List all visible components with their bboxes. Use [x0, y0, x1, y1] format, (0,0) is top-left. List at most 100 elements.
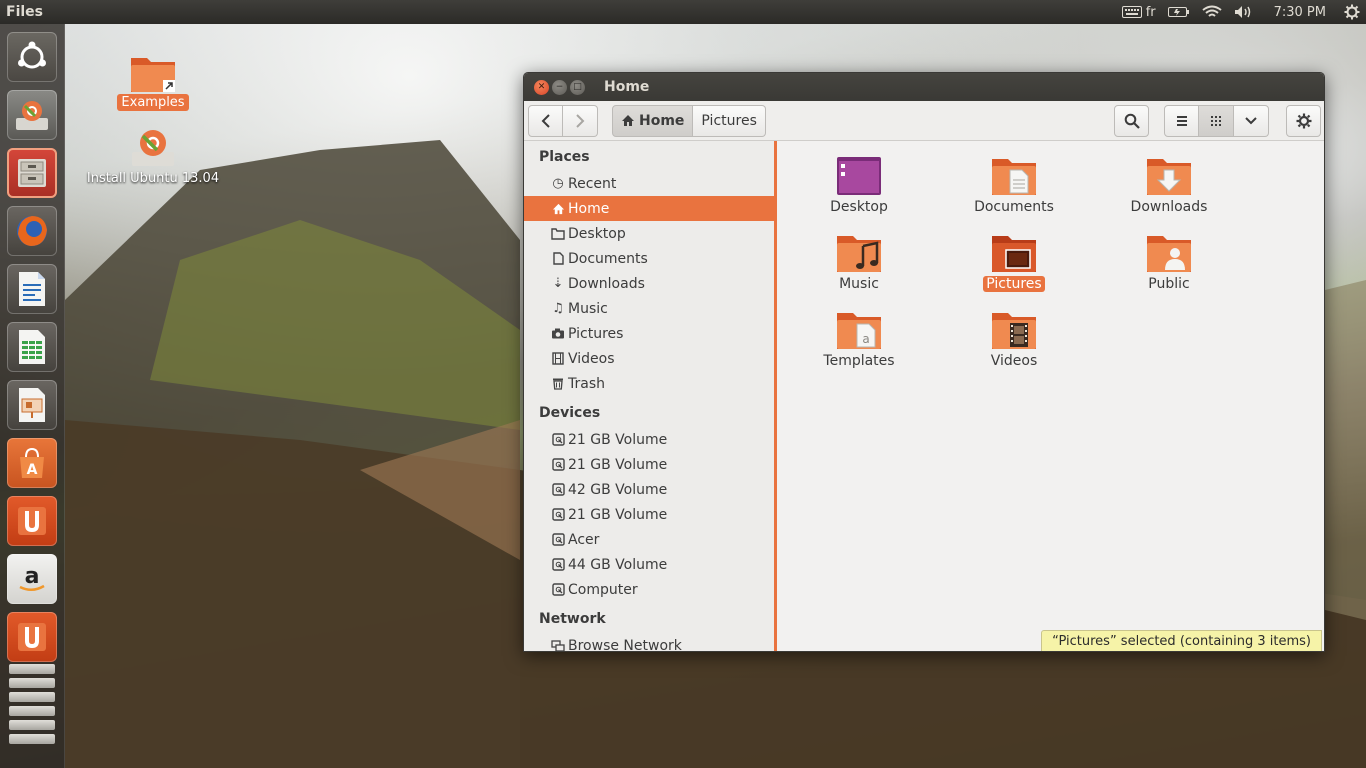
launcher-dash-home[interactable]: [7, 32, 57, 82]
calc-icon: [19, 330, 45, 364]
close-icon: ✕: [537, 81, 546, 92]
download-icon: ⇣: [552, 276, 564, 291]
launcher-calc[interactable]: [7, 322, 57, 372]
keyboard-indicator[interactable]: fr: [1121, 4, 1156, 20]
back-button[interactable]: [528, 104, 563, 137]
downloads-folder-icon: [1147, 159, 1191, 195]
launcher-ubuntu-one-music[interactable]: [7, 612, 57, 662]
list-view-button[interactable]: [1164, 104, 1199, 137]
sidebar-header-network: Network: [539, 611, 606, 627]
file-item-downloads[interactable]: Downloads: [1109, 155, 1229, 215]
keyboard-layout: fr: [1145, 4, 1156, 20]
search-icon: [1124, 113, 1140, 129]
sidebar-item-recent[interactable]: ◷ Recent: [524, 171, 774, 196]
sidebar-item-home[interactable]: Home: [524, 196, 774, 221]
sidebar-item-device[interactable]: 21 GB Volume: [524, 452, 774, 477]
sidebar-header-devices: Devices: [539, 405, 601, 421]
sidebar-item-pictures[interactable]: Pictures: [524, 321, 774, 346]
sidebar-item-label: Recent: [568, 175, 617, 192]
maximize-button[interactable]: □: [570, 79, 585, 95]
ubuntu-one-music-icon: [18, 623, 46, 651]
launcher-amazon[interactable]: a: [7, 554, 57, 604]
file-item-videos[interactable]: Videos: [954, 309, 1074, 369]
sidebar-item-device[interactable]: Acer: [524, 527, 774, 552]
sidebar-item-device[interactable]: 44 GB Volume: [524, 552, 774, 577]
sidebar-item-label: Browse Network: [568, 637, 682, 652]
templates-folder-icon: a: [837, 313, 881, 349]
grid-icon: [1211, 115, 1221, 126]
drive-icon: [549, 583, 567, 596]
ubuntu-installer-icon: [16, 101, 48, 130]
ubuntu-one-icon: [18, 507, 46, 535]
launcher-writer[interactable]: [7, 264, 57, 314]
path-crumb-home[interactable]: Home: [612, 104, 694, 137]
file-item-public[interactable]: Public: [1109, 232, 1229, 292]
file-item-label: Videos: [990, 353, 1038, 369]
sidebar-item-documents[interactable]: Documents: [524, 246, 774, 271]
window-title: Home: [604, 79, 650, 95]
window-titlebar[interactable]: ✕ − □ Home: [524, 73, 1324, 101]
sidebar-item-device[interactable]: 21 GB Volume: [524, 427, 774, 452]
drive-icon: [549, 533, 567, 546]
launcher-firefox[interactable]: [7, 206, 57, 256]
session-indicator[interactable]: [1344, 4, 1360, 20]
sidebar-item-device[interactable]: 21 GB Volume: [524, 502, 774, 527]
sidebar-item-label: Home: [568, 200, 610, 217]
grid-view-button[interactable]: [1199, 104, 1234, 137]
clock[interactable]: 7:30 PM: [1274, 5, 1326, 20]
sidebar-item-computer[interactable]: Computer: [524, 577, 774, 602]
sidebar-item-label: Videos: [568, 350, 615, 367]
launcher-ubuntu-one[interactable]: [7, 496, 57, 546]
launcher-impress[interactable]: [7, 380, 57, 430]
launcher-software-center[interactable]: A: [7, 438, 57, 488]
chevron-down-icon: [1245, 116, 1257, 124]
sidebar-item-desktop[interactable]: Desktop: [524, 221, 774, 246]
desktop-icon-examples[interactable]: Examples: [113, 52, 193, 111]
top-panel: Files fr 7:30 PM: [0, 0, 1366, 24]
path-crumb-pictures[interactable]: Pictures: [693, 104, 766, 137]
folder-link-icon: [131, 58, 175, 92]
desktop-icon-install-ubuntu[interactable]: Install Ubuntu 13.04: [83, 126, 223, 187]
sidebar-item-label: Trash: [568, 375, 605, 392]
sidebar-item-browse-network[interactable]: Browse Network: [524, 633, 774, 652]
sidebar-item-device[interactable]: 42 GB Volume: [524, 477, 774, 502]
file-item-documents[interactable]: Documents: [954, 155, 1074, 215]
videos-folder-icon: [992, 313, 1036, 349]
sidebar-item-label: Pictures: [568, 325, 624, 342]
view-options-button[interactable]: [1234, 104, 1269, 137]
file-item-label: Desktop: [830, 199, 888, 215]
launcher-overflow-stack[interactable]: [9, 664, 55, 764]
file-item-music[interactable]: Music: [799, 232, 919, 292]
forward-button[interactable]: [563, 104, 598, 137]
writer-icon: [19, 272, 45, 306]
search-button[interactable]: [1114, 104, 1149, 137]
file-item-label: Public: [1148, 276, 1190, 292]
launcher-files[interactable]: [7, 148, 57, 198]
minimize-button[interactable]: −: [552, 79, 567, 95]
home-icon: [622, 115, 634, 126]
sound-indicator[interactable]: [1234, 5, 1254, 19]
file-manager-icon: [18, 159, 46, 187]
clock-icon: ◷: [552, 176, 564, 191]
launcher-install-ubuntu[interactable]: [7, 90, 57, 140]
pictures-folder-icon: [992, 236, 1036, 272]
sidebar-item-music[interactable]: ♫ Music: [524, 296, 774, 321]
file-item-pictures[interactable]: Pictures: [954, 232, 1074, 292]
sidebar-item-label: Desktop: [568, 225, 626, 242]
sidebar-item-label: Computer: [568, 581, 638, 598]
settings-button[interactable]: [1286, 104, 1321, 137]
sidebar-item-trash[interactable]: Trash: [524, 371, 774, 396]
amazon-icon: a: [19, 564, 45, 591]
music-note-icon: ♫: [552, 301, 564, 316]
network-indicator[interactable]: [1201, 5, 1222, 19]
file-item-label: Documents: [974, 199, 1054, 215]
close-button[interactable]: ✕: [534, 79, 549, 95]
sidebar-item-downloads[interactable]: ⇣ Downloads: [524, 271, 774, 296]
sidebar-item-label: 21 GB Volume: [568, 431, 668, 448]
file-item-templates[interactable]: a Templates: [799, 309, 919, 369]
file-item-desktop[interactable]: Desktop: [799, 155, 919, 215]
sidebar-item-videos[interactable]: Videos: [524, 346, 774, 371]
battery-indicator[interactable]: [1167, 6, 1190, 18]
sidebar-header-places: Places: [539, 149, 590, 165]
sidebar-item-label: 21 GB Volume: [568, 506, 668, 523]
